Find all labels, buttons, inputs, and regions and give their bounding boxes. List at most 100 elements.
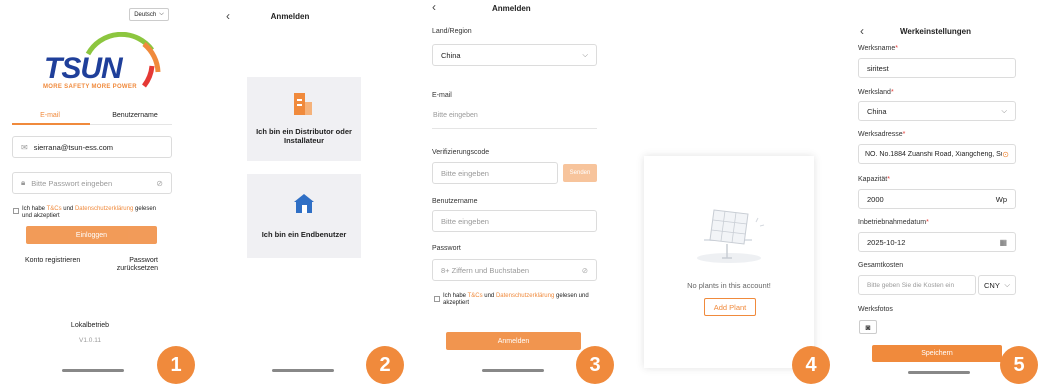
step-badge: 1 <box>157 346 195 384</box>
plant-name-input[interactable]: siritest <box>858 58 1016 78</box>
agree-pre: Ich habe <box>22 206 47 212</box>
reset-password-link[interactable]: Passwort zurücksetzen <box>116 257 158 273</box>
cost-label: Gesamtkosten <box>858 262 904 269</box>
region-label: Land/Region <box>432 28 472 35</box>
currency-value: CNY <box>984 280 1000 290</box>
date-value: 2025-10-12 <box>867 237 906 247</box>
chevron-down-icon: ⌵ <box>159 11 164 17</box>
register-submit-button[interactable]: Anmelden <box>446 332 581 350</box>
save-button[interactable]: Speichern <box>872 345 1002 362</box>
capacity-input[interactable]: 2000 Wp <box>858 189 1016 209</box>
agree-text: Ich habe T&Cs und Datenschutzerklärung g… <box>443 293 603 307</box>
email-value: sierrana@tsun-ess.com <box>33 142 114 152</box>
home-indicator <box>482 369 544 372</box>
country-label: Werksland* <box>858 89 894 96</box>
username-label: Benutzername <box>432 198 478 205</box>
chevron-down-icon: ⌵ <box>1004 280 1010 289</box>
empty-message: No plants in this account! <box>687 281 771 290</box>
add-photo-button[interactable]: ◙ <box>859 320 877 334</box>
back-icon[interactable]: ‹ <box>860 24 864 38</box>
home-indicator <box>272 369 334 372</box>
address-input[interactable]: NO. No.1884 Zuanshi Road, Xiangcheng, Su… <box>858 144 1016 164</box>
screen-login: Deutsch ⌵ TSUN MORE SAFETY MORE POWER E-… <box>0 0 210 386</box>
username-input[interactable]: Bitte eingeben <box>432 210 597 232</box>
building-icon <box>294 93 312 115</box>
agree-pre: Ich habe <box>443 293 468 299</box>
region-select[interactable]: China ⌵ <box>432 44 597 66</box>
agree-text: Ich habe T&Cs und Datenschutzerklärung g… <box>22 206 167 220</box>
currency-select[interactable]: CNY ⌵ <box>978 275 1016 295</box>
distributor-card[interactable]: Ich bin ein Distributor oder Installateu… <box>247 77 361 161</box>
chevron-down-icon: ⌵ <box>582 50 588 59</box>
eye-off-icon[interactable]: ⊘ <box>582 266 588 275</box>
language-select[interactable]: Deutsch ⌵ <box>129 8 169 21</box>
password-label: Passwort <box>432 245 461 252</box>
email-underline <box>432 128 597 129</box>
chevron-down-icon: ⌵ <box>1001 106 1007 115</box>
add-plant-button[interactable]: Add Plant <box>704 298 756 316</box>
camera-icon: ◙ <box>865 322 871 332</box>
password-placeholder: 8+ Ziffern und Buchstaben <box>441 265 530 275</box>
empty-state-card: No plants in this account! Add Plant <box>644 156 814 368</box>
country-select[interactable]: China ⌵ <box>858 101 1016 121</box>
tab-email[interactable]: E-mail <box>30 112 70 119</box>
password-field[interactable]: 🔒︎ Bitte Passwort eingeben ⊘ <box>12 172 172 194</box>
tab-indicator <box>12 123 90 125</box>
page-title: Anmelden <box>492 4 531 13</box>
screen-plant-settings: ‹ Werkeinstellungen Werksname* siritest … <box>850 0 1040 386</box>
register-link[interactable]: Konto registrieren <box>25 257 80 264</box>
brand-name: TSUN <box>44 52 123 85</box>
page-title: Werkeinstellungen <box>900 27 971 36</box>
region-value: China <box>441 50 461 60</box>
privacy-link[interactable]: Datenschutzerklärung <box>75 206 133 212</box>
step-badge: 3 <box>576 346 614 384</box>
password-placeholder: Bitte Passwort eingeben <box>31 178 113 188</box>
capacity-unit: Wp <box>995 194 1007 204</box>
screen-role-select: ‹ Anmelden Ich bin ein Distributor oder … <box>218 0 408 386</box>
mail-icon: ✉ <box>21 142 28 152</box>
end-user-label: Ich bin ein Endbenutzer <box>261 230 347 239</box>
agree-mid: und <box>482 293 496 299</box>
code-label: Verifizierungscode <box>432 149 490 156</box>
tcs-link[interactable]: T&Cs <box>468 293 483 299</box>
date-input[interactable]: 2025-10-12 ▦ <box>858 232 1016 252</box>
address-label: Werksadresse* <box>858 131 906 138</box>
email-input[interactable]: Bitte eingeben <box>433 112 598 119</box>
agree-checkbox[interactable] <box>13 208 19 214</box>
capacity-label: Kapazität* <box>858 176 890 183</box>
send-code-button[interactable]: Senden <box>563 164 597 182</box>
location-pin-icon[interactable]: ⊙ <box>1002 150 1009 159</box>
tab-username[interactable]: Benutzername <box>105 112 165 119</box>
password-input[interactable]: 8+ Ziffern und Buchstaben ⊘ <box>432 259 597 281</box>
name-label: Werksname* <box>858 45 898 52</box>
code-input[interactable]: Bitte eingeben <box>432 162 558 184</box>
home-indicator <box>908 371 970 374</box>
screen-register: ‹ Anmelden Land/Region China ⌵ E-mail Bi… <box>420 0 620 386</box>
cost-input[interactable]: Bitte geben Sie die Kosten ein <box>858 275 976 295</box>
login-button[interactable]: Einloggen <box>26 226 157 244</box>
email-label: E-mail <box>432 92 452 99</box>
home-indicator <box>62 369 124 372</box>
calendar-icon[interactable]: ▦ <box>999 238 1007 247</box>
email-field[interactable]: ✉ sierrana@tsun-ess.com <box>12 136 172 158</box>
agree-mid: und <box>61 206 75 212</box>
step-badge: 5 <box>1000 346 1038 384</box>
end-user-card[interactable]: Ich bin ein Endbenutzer <box>247 174 361 258</box>
date-label: Inbetriebnahmedatum* <box>858 219 929 226</box>
house-icon <box>293 192 315 214</box>
step-badge: 2 <box>366 346 404 384</box>
distributor-label: Ich bin ein Distributor oder Installateu… <box>256 127 352 145</box>
privacy-link[interactable]: Datenschutzerklärung <box>496 293 554 299</box>
agree-checkbox[interactable] <box>434 296 440 302</box>
tcs-link[interactable]: T&Cs <box>47 206 62 212</box>
step-badge: 4 <box>792 346 830 384</box>
back-icon[interactable]: ‹ <box>432 0 436 14</box>
eye-off-icon[interactable]: ⊘ <box>156 179 163 188</box>
language-value: Deutsch <box>134 11 157 18</box>
app-version: V1.0.11 <box>79 337 101 344</box>
local-operation-link[interactable]: Lokalbetrieb <box>45 322 135 329</box>
country-value: China <box>867 106 887 116</box>
page-title: Anmelden <box>270 12 310 21</box>
lock-icon: 🔒︎ <box>21 178 26 187</box>
photos-label: Werksfotos <box>858 306 893 313</box>
